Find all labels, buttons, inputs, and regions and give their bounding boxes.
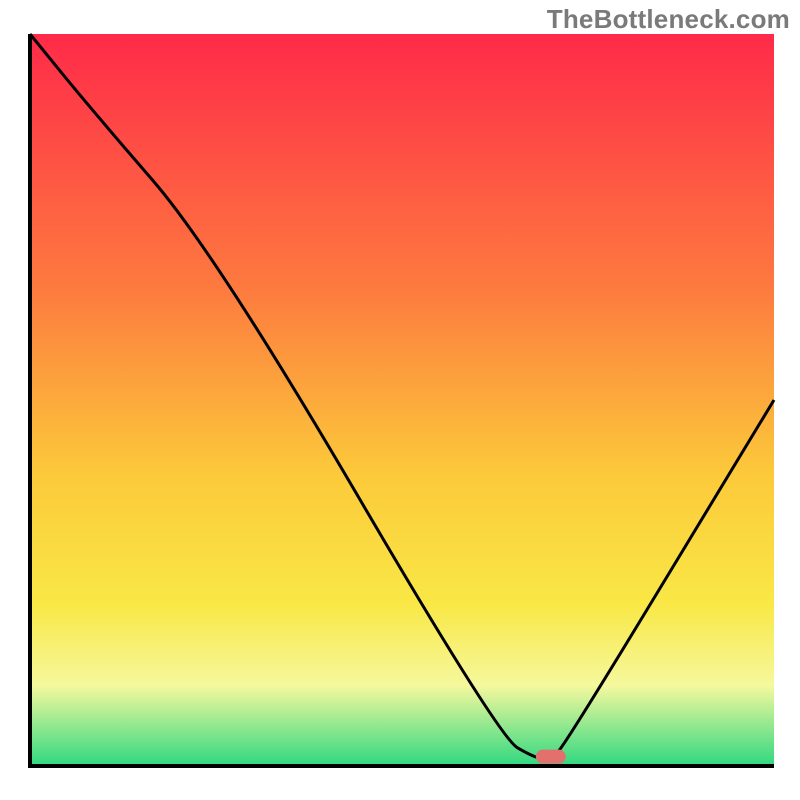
chart-svg bbox=[0, 0, 800, 800]
chart-container: TheBottleneck.com bbox=[0, 0, 800, 800]
plot-background bbox=[30, 34, 774, 766]
watermark-text: TheBottleneck.com bbox=[547, 4, 790, 35]
optimal-marker bbox=[536, 750, 566, 764]
